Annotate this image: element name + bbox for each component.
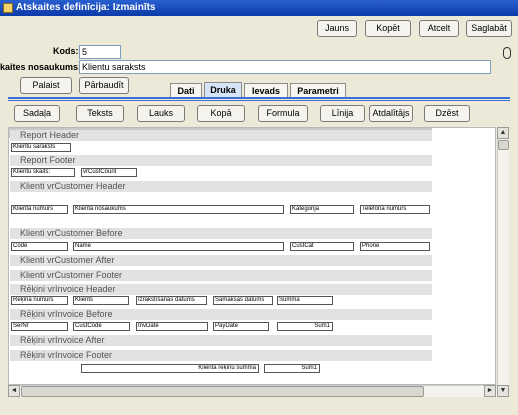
tab-dati[interactable]: Dati [170,83,202,98]
field-invdate[interactable]: InvDate [136,322,208,331]
new-button[interactable]: Jauns [317,20,357,37]
field-pay-date-header[interactable]: Samaksas datums [213,296,273,305]
formula-button[interactable]: Formula [258,105,308,122]
section-customer-footer[interactable]: Klienti vrCustomer Footer [10,270,432,281]
delete-button[interactable]: Dzēst [424,105,470,122]
horizontal-scrollbar[interactable]: ◄ ► [8,385,497,397]
name-label: kaites nosaukums: [0,62,82,72]
section-invoice-header[interactable]: Rēķini vrInvoice Header [10,284,432,295]
line-button[interactable]: Līnija [320,105,365,122]
code-label: Kods: [53,46,79,56]
field-customer-count[interactable]: vrCustCount [81,168,137,177]
field-phone-header[interactable]: Telefona numurs [360,205,430,214]
scroll-up-icon[interactable]: ▲ [497,127,509,139]
field-issue-date-header[interactable]: Izrakstīšanas datums [136,296,207,305]
field-sum-header[interactable]: Summa [277,296,333,305]
scroll-left-icon[interactable]: ◄ [8,385,20,397]
separator-button[interactable]: Atdalītājs [369,105,413,122]
field-invoice-number-header[interactable]: Rēķina numurs [11,296,68,305]
field-customer-number-header[interactable]: Klienta numurs [11,205,68,214]
section-report-header[interactable]: Report Header [10,130,432,141]
field-customer-count-label[interactable]: Klientu skaits: [11,168,75,177]
field-name[interactable]: Name [73,242,284,251]
vertical-scrollbar[interactable]: ▲ ▼ [497,127,509,397]
section-invoice-footer[interactable]: Rēķini vrInvoice Footer [10,350,432,361]
window-title: Atskaites definīcija: Izmainīts [16,2,156,13]
code-field[interactable]: 5 [79,45,121,59]
section-button[interactable]: Sadaļa [14,105,60,122]
total-button[interactable]: Kopā [197,105,245,122]
window-titlebar: Atskaites definīcija: Izmainīts [0,0,518,16]
section-customer-before[interactable]: Klienti vrCustomer Before [10,228,432,239]
field-report-title[interactable]: Klientu saraksts [11,143,71,152]
scroll-right-icon[interactable]: ► [484,385,496,397]
section-report-footer[interactable]: Report Footer [10,155,432,166]
tab-parametri[interactable]: Parametri [290,83,346,98]
field-category-header[interactable]: Kategorija [290,205,354,214]
scroll-down-icon[interactable]: ▼ [497,385,509,397]
save-button[interactable]: Saglabāt [466,20,512,37]
field-client-invoice-total-label[interactable]: Klienta rēķinu summa [81,364,259,373]
section-customer-header[interactable]: Klienti vrCustomer Header [10,181,432,192]
run-button[interactable]: Palaist [20,77,72,94]
section-customer-after[interactable]: Klienti vrCustomer After [10,255,432,266]
field-custcat[interactable]: CustCat [290,242,354,251]
app-icon [3,3,13,13]
name-field[interactable]: Klientu saraksts [79,60,491,74]
field-button[interactable]: Lauks [137,105,185,122]
tab-ievads[interactable]: Ievads [244,83,288,98]
field-client-header[interactable]: Klients [73,296,129,305]
text-button[interactable]: Teksts [76,105,124,122]
field-phone[interactable]: Phone [360,242,430,251]
tab-divider [8,97,510,99]
report-design-canvas[interactable]: Report Header Klientu saraksts Report Fo… [8,127,496,385]
field-custcode[interactable]: CustCode [73,322,130,331]
copy-button[interactable]: Kopēt [365,20,411,37]
tab-divider-2 [8,100,510,101]
field-code[interactable]: Code [11,242,68,251]
field-sum[interactable]: Sum1 [277,322,333,331]
section-invoice-after[interactable]: Rēķini vrInvoice After [10,335,432,346]
paperclip-icon[interactable] [503,47,511,59]
section-invoice-before[interactable]: Rēķini vrInvoice Before [10,309,432,320]
field-sernr[interactable]: SerNr [11,322,68,331]
vertical-scroll-thumb[interactable] [498,140,509,150]
horizontal-scroll-thumb[interactable] [21,386,424,397]
field-client-invoice-total[interactable]: Sum1 [264,364,320,373]
field-paydate[interactable]: PayDate [213,322,269,331]
field-customer-name-header[interactable]: Klienta nosaukums [73,205,284,214]
check-button[interactable]: Pārbaudīt [79,77,129,94]
cancel-button[interactable]: Atcelt [419,20,459,37]
